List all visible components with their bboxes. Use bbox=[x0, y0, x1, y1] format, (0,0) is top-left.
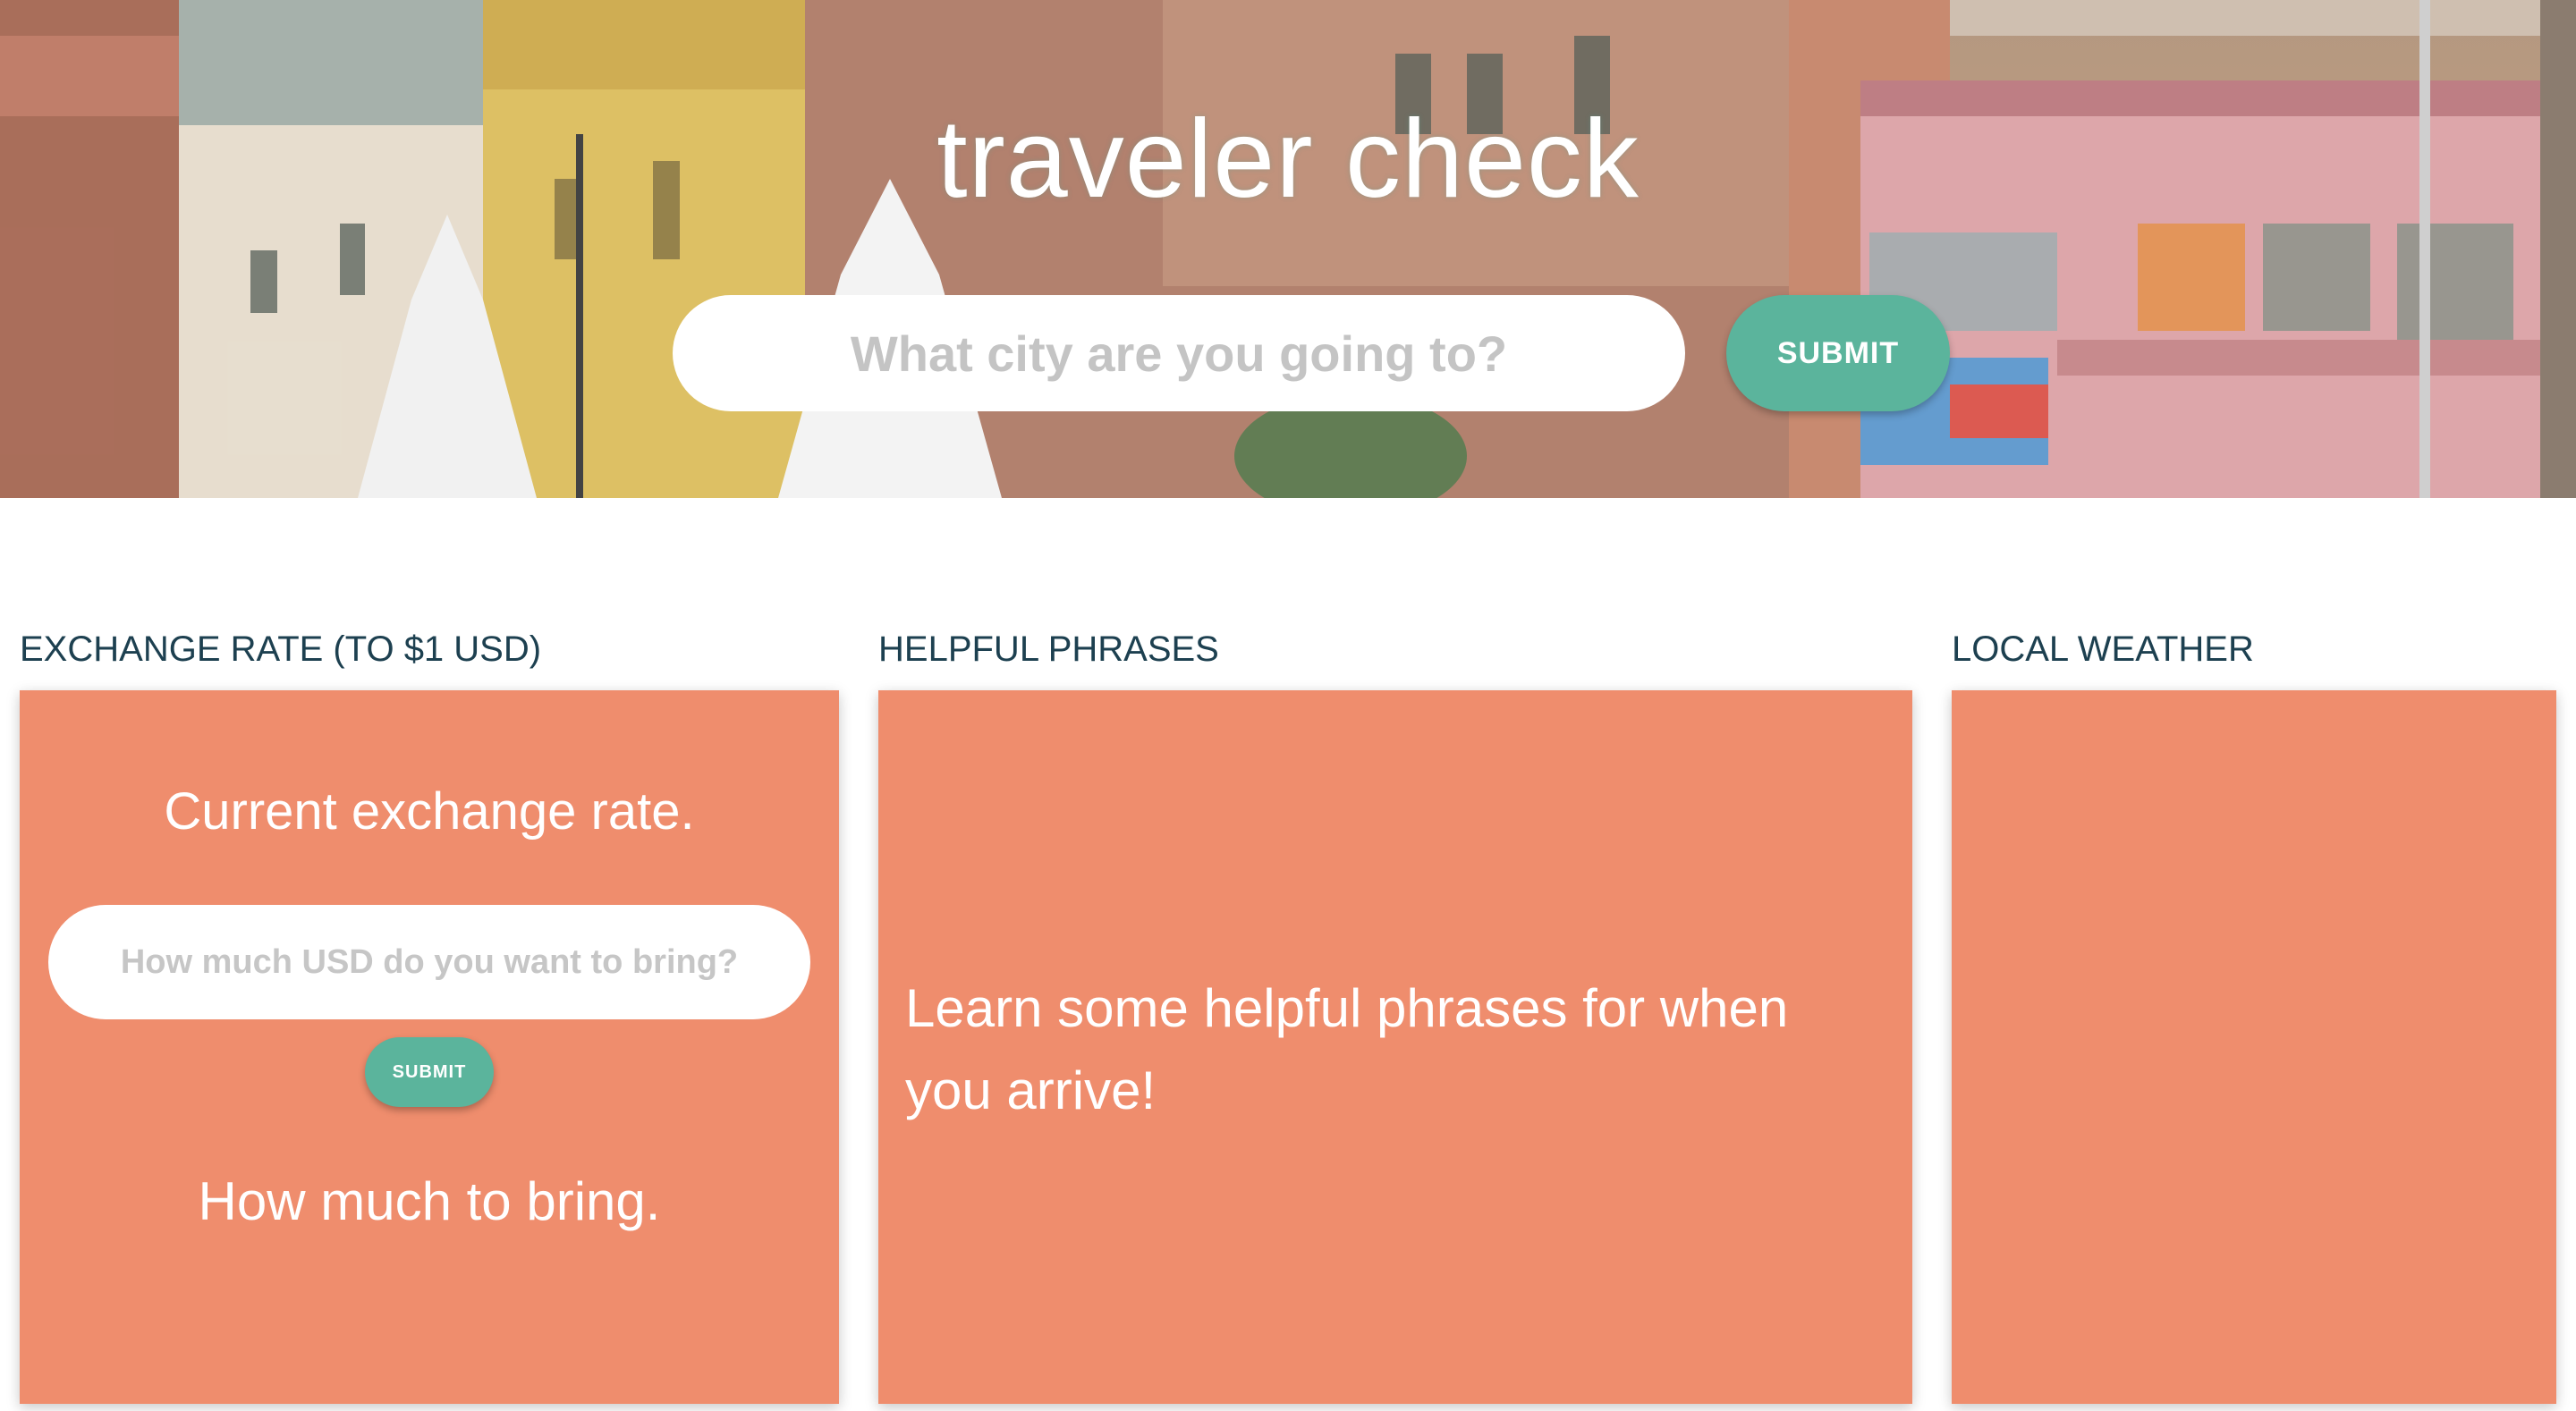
helpful-phrases-text: Learn some helpful phrases for when you … bbox=[905, 978, 1789, 1120]
hero-overlay bbox=[0, 0, 2576, 498]
local-weather-card bbox=[1952, 690, 2556, 1404]
city-submit-button[interactable]: SUBMIT bbox=[1726, 295, 1950, 411]
how-much-to-bring-text: How much to bring. bbox=[198, 1171, 661, 1231]
local-weather-heading: LOCAL WEATHER bbox=[1952, 629, 2254, 669]
exchange-rate-heading: EXCHANGE RATE (TO $1 USD) bbox=[20, 629, 542, 669]
app-title: traveler check bbox=[936, 97, 1640, 221]
helpful-phrases-heading: HELPFUL PHRASES bbox=[878, 629, 1219, 669]
current-exchange-rate-text: Current exchange rate. bbox=[164, 782, 695, 841]
usd-amount-input[interactable] bbox=[48, 905, 810, 1019]
exchange-submit-button[interactable]: SUBMIT bbox=[365, 1037, 494, 1107]
hero-banner: traveler check SUBMIT bbox=[0, 0, 2576, 498]
city-search-input[interactable] bbox=[673, 295, 1685, 411]
